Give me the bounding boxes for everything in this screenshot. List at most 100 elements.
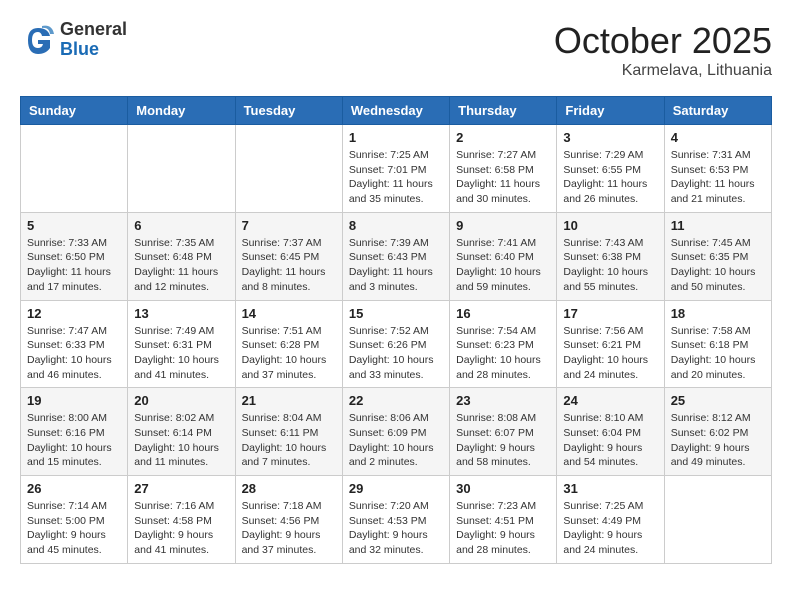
day-number: 5 bbox=[27, 218, 121, 233]
day-info: Sunrise: 8:10 AM Sunset: 6:04 PM Dayligh… bbox=[563, 411, 657, 470]
day-number: 9 bbox=[456, 218, 550, 233]
day-number: 14 bbox=[242, 306, 336, 321]
day-info: Sunrise: 8:08 AM Sunset: 6:07 PM Dayligh… bbox=[456, 411, 550, 470]
calendar-cell: 9 Sunrise: 7:41 AM Sunset: 6:40 PM Daylig… bbox=[450, 212, 557, 300]
calendar-body: 1 Sunrise: 7:25 AM Sunset: 7:01 PM Daylig… bbox=[21, 125, 772, 564]
calendar-cell: 23 Sunrise: 8:08 AM Sunset: 6:07 PM Dayli… bbox=[450, 388, 557, 476]
day-info: Sunrise: 7:37 AM Sunset: 6:45 PM Dayligh… bbox=[242, 236, 336, 295]
logo: General Blue bbox=[20, 20, 127, 60]
day-number: 27 bbox=[134, 481, 228, 496]
calendar-cell: 24 Sunrise: 8:10 AM Sunset: 6:04 PM Dayli… bbox=[557, 388, 664, 476]
header-cell-friday: Friday bbox=[557, 97, 664, 125]
calendar-cell: 1 Sunrise: 7:25 AM Sunset: 7:01 PM Daylig… bbox=[342, 125, 449, 213]
header-cell-saturday: Saturday bbox=[664, 97, 771, 125]
calendar-cell bbox=[21, 125, 128, 213]
day-number: 29 bbox=[349, 481, 443, 496]
day-number: 15 bbox=[349, 306, 443, 321]
calendar-cell: 28 Sunrise: 7:18 AM Sunset: 4:56 PM Dayli… bbox=[235, 476, 342, 564]
calendar-table: SundayMondayTuesdayWednesdayThursdayFrid… bbox=[20, 96, 772, 564]
day-number: 25 bbox=[671, 393, 765, 408]
day-info: Sunrise: 7:23 AM Sunset: 4:51 PM Dayligh… bbox=[456, 499, 550, 558]
calendar-cell: 2Sunrise: 7:27 AM Sunset: 6:58 PM Daylig… bbox=[450, 125, 557, 213]
calendar-cell: 31Sunrise: 7:25 AM Sunset: 4:49 PM Dayli… bbox=[557, 476, 664, 564]
day-number: 30 bbox=[456, 481, 550, 496]
day-number: 8 bbox=[349, 218, 443, 233]
calendar-cell: 6Sunrise: 7:35 AM Sunset: 6:48 PM Daylig… bbox=[128, 212, 235, 300]
day-number: 26 bbox=[27, 481, 121, 496]
day-info: Sunrise: 7:56 AM Sunset: 6:21 PM Dayligh… bbox=[563, 324, 657, 383]
calendar-cell: 15Sunrise: 7:52 AM Sunset: 6:26 PM Dayli… bbox=[342, 300, 449, 388]
day-info: Sunrise: 7:43 AM Sunset: 6:38 PM Dayligh… bbox=[563, 236, 657, 295]
day-number: 12 bbox=[27, 306, 121, 321]
calendar-cell bbox=[128, 125, 235, 213]
day-info: Sunrise: 7:45 AM Sunset: 6:35 PM Dayligh… bbox=[671, 236, 765, 295]
calendar-week-row: 26 Sunrise: 7:14 AM Sunset: 5:00 PM Dayli… bbox=[21, 476, 772, 564]
calendar-cell: 5 Sunrise: 7:33 AM Sunset: 6:50 PM Daylig… bbox=[21, 212, 128, 300]
day-number: 16 bbox=[456, 306, 550, 321]
day-number: 7 bbox=[242, 218, 336, 233]
calendar-cell: 14Sunrise: 7:51 AM Sunset: 6:28 PM Dayli… bbox=[235, 300, 342, 388]
calendar-cell: 17 Sunrise: 7:56 AM Sunset: 6:21 PM Dayli… bbox=[557, 300, 664, 388]
header-cell-monday: Monday bbox=[128, 97, 235, 125]
day-info: Sunrise: 7:14 AM Sunset: 5:00 PM Dayligh… bbox=[27, 499, 121, 558]
logo-general-text: General bbox=[60, 20, 127, 40]
day-info: Sunrise: 7:18 AM Sunset: 4:56 PM Dayligh… bbox=[242, 499, 336, 558]
calendar-cell bbox=[235, 125, 342, 213]
header-cell-tuesday: Tuesday bbox=[235, 97, 342, 125]
month-title: October 2025 bbox=[554, 20, 772, 62]
calendar-cell: 21 Sunrise: 8:04 AM Sunset: 6:11 PM Dayli… bbox=[235, 388, 342, 476]
calendar-cell: 16 Sunrise: 7:54 AM Sunset: 6:23 PM Dayli… bbox=[450, 300, 557, 388]
calendar-week-row: 5 Sunrise: 7:33 AM Sunset: 6:50 PM Daylig… bbox=[21, 212, 772, 300]
day-number: 28 bbox=[242, 481, 336, 496]
calendar-cell bbox=[664, 476, 771, 564]
day-info: Sunrise: 8:02 AM Sunset: 6:14 PM Dayligh… bbox=[134, 411, 228, 470]
calendar-cell: 20 Sunrise: 8:02 AM Sunset: 6:14 PM Dayli… bbox=[128, 388, 235, 476]
day-number: 17 bbox=[563, 306, 657, 321]
calendar-cell: 18 Sunrise: 7:58 AM Sunset: 6:18 PM Dayli… bbox=[664, 300, 771, 388]
calendar-cell: 8Sunrise: 7:39 AM Sunset: 6:43 PM Daylig… bbox=[342, 212, 449, 300]
day-info: Sunrise: 7:49 AM Sunset: 6:31 PM Dayligh… bbox=[134, 324, 228, 383]
calendar-cell: 4Sunrise: 7:31 AM Sunset: 6:53 PM Daylig… bbox=[664, 125, 771, 213]
day-number: 3 bbox=[563, 130, 657, 145]
calendar-cell: 12 Sunrise: 7:47 AM Sunset: 6:33 PM Dayli… bbox=[21, 300, 128, 388]
day-info: Sunrise: 7:47 AM Sunset: 6:33 PM Dayligh… bbox=[27, 324, 121, 383]
day-number: 20 bbox=[134, 393, 228, 408]
day-number: 18 bbox=[671, 306, 765, 321]
day-info: Sunrise: 7:27 AM Sunset: 6:58 PM Dayligh… bbox=[456, 148, 550, 207]
day-info: Sunrise: 7:58 AM Sunset: 6:18 PM Dayligh… bbox=[671, 324, 765, 383]
logo-icon bbox=[20, 22, 56, 58]
day-number: 22 bbox=[349, 393, 443, 408]
day-number: 13 bbox=[134, 306, 228, 321]
day-number: 24 bbox=[563, 393, 657, 408]
day-info: Sunrise: 8:00 AM Sunset: 6:16 PM Dayligh… bbox=[27, 411, 121, 470]
calendar-cell: 3 Sunrise: 7:29 AM Sunset: 6:55 PM Daylig… bbox=[557, 125, 664, 213]
calendar-cell: 25 Sunrise: 8:12 AM Sunset: 6:02 PM Dayli… bbox=[664, 388, 771, 476]
location-title: Karmelava, Lithuania bbox=[554, 62, 772, 80]
calendar-header: SundayMondayTuesdayWednesdayThursdayFrid… bbox=[21, 97, 772, 125]
day-info: Sunrise: 7:25 AM Sunset: 7:01 PM Dayligh… bbox=[349, 148, 443, 207]
day-info: Sunrise: 8:12 AM Sunset: 6:02 PM Dayligh… bbox=[671, 411, 765, 470]
calendar-cell: 7 Sunrise: 7:37 AM Sunset: 6:45 PM Daylig… bbox=[235, 212, 342, 300]
calendar-cell: 27 Sunrise: 7:16 AM Sunset: 4:58 PM Dayli… bbox=[128, 476, 235, 564]
day-info: Sunrise: 7:41 AM Sunset: 6:40 PM Dayligh… bbox=[456, 236, 550, 295]
day-info: Sunrise: 7:33 AM Sunset: 6:50 PM Dayligh… bbox=[27, 236, 121, 295]
day-info: Sunrise: 7:35 AM Sunset: 6:48 PM Dayligh… bbox=[134, 236, 228, 295]
day-info: Sunrise: 7:54 AM Sunset: 6:23 PM Dayligh… bbox=[456, 324, 550, 383]
day-info: Sunrise: 7:20 AM Sunset: 4:53 PM Dayligh… bbox=[349, 499, 443, 558]
day-info: Sunrise: 8:06 AM Sunset: 6:09 PM Dayligh… bbox=[349, 411, 443, 470]
day-info: Sunrise: 8:04 AM Sunset: 6:11 PM Dayligh… bbox=[242, 411, 336, 470]
header-cell-thursday: Thursday bbox=[450, 97, 557, 125]
calendar-cell: 22 Sunrise: 8:06 AM Sunset: 6:09 PM Dayli… bbox=[342, 388, 449, 476]
day-number: 1 bbox=[349, 130, 443, 145]
calendar-cell: 11Sunrise: 7:45 AM Sunset: 6:35 PM Dayli… bbox=[664, 212, 771, 300]
day-number: 21 bbox=[242, 393, 336, 408]
calendar-cell: 29 Sunrise: 7:20 AM Sunset: 4:53 PM Dayli… bbox=[342, 476, 449, 564]
header-cell-wednesday: Wednesday bbox=[342, 97, 449, 125]
day-number: 19 bbox=[27, 393, 121, 408]
day-info: Sunrise: 7:16 AM Sunset: 4:58 PM Dayligh… bbox=[134, 499, 228, 558]
day-number: 23 bbox=[456, 393, 550, 408]
calendar-week-row: 19 Sunrise: 8:00 AM Sunset: 6:16 PM Dayli… bbox=[21, 388, 772, 476]
day-info: Sunrise: 7:29 AM Sunset: 6:55 PM Dayligh… bbox=[563, 148, 657, 207]
calendar-cell: 30 Sunrise: 7:23 AM Sunset: 4:51 PM Dayli… bbox=[450, 476, 557, 564]
calendar-cell: 19 Sunrise: 8:00 AM Sunset: 6:16 PM Dayli… bbox=[21, 388, 128, 476]
